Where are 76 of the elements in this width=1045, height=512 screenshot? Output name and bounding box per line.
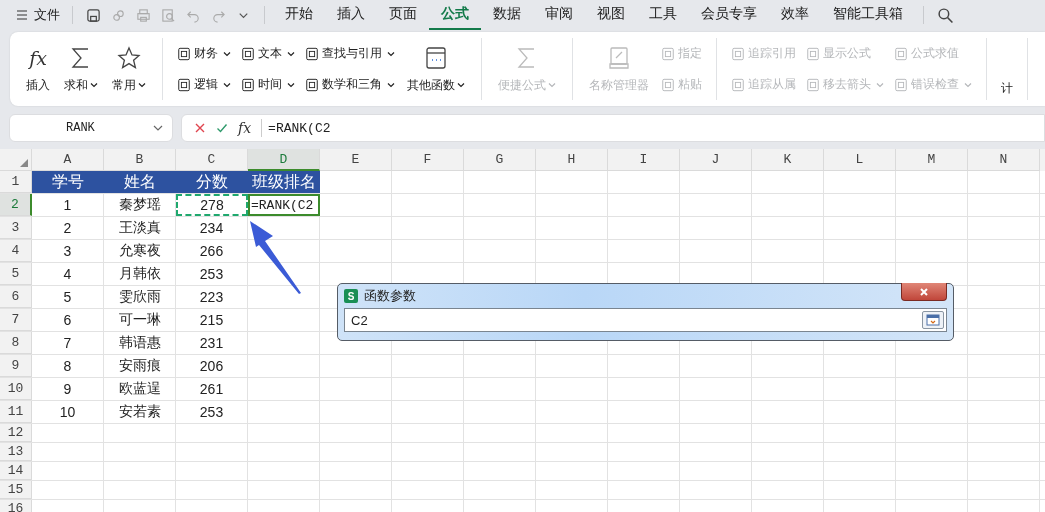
link-icon[interactable]: [111, 7, 126, 23]
row-header[interactable]: 1: [0, 171, 32, 193]
close-button[interactable]: [901, 283, 947, 301]
row-header[interactable]: 14: [0, 462, 32, 480]
ribbon-button[interactable]: 常用: [108, 44, 150, 94]
column-header[interactable]: J: [680, 149, 752, 171]
ribbon-button[interactable]: 逻辑: [175, 74, 233, 95]
ribbon-button[interactable]: 其他函数: [403, 44, 469, 94]
row-header[interactable]: 10: [0, 378, 32, 400]
column-header[interactable]: L: [824, 149, 896, 171]
row-header[interactable]: 11: [0, 401, 32, 423]
save-icon[interactable]: [86, 7, 101, 23]
print-icon[interactable]: [136, 7, 151, 23]
triangle-icon: [20, 159, 28, 167]
row-header[interactable]: 5: [0, 263, 32, 285]
ribbon-button[interactable]: 时间: [239, 74, 297, 95]
menu-tab[interactable]: 会员专享: [689, 0, 769, 30]
row-header[interactable]: 3: [0, 217, 32, 239]
file-menu[interactable]: 文件: [12, 6, 64, 24]
header-cell: 学号: [32, 171, 104, 193]
name-box[interactable]: RANK: [9, 114, 173, 142]
input-field[interactable]: C2: [344, 308, 947, 332]
column-header[interactable]: E: [320, 149, 392, 171]
menu-tab[interactable]: 公式: [429, 0, 481, 30]
menu-tab[interactable]: 视图: [585, 0, 637, 30]
table-cell: =RANK(C2: [248, 194, 320, 216]
row-header[interactable]: 9: [0, 355, 32, 377]
row-header[interactable]: 12: [0, 424, 32, 442]
collapse-dialog-button[interactable]: [922, 311, 944, 329]
app-badge: S: [344, 289, 358, 303]
column-header[interactable]: F: [392, 149, 464, 171]
menu-tab[interactable]: 页面: [377, 0, 429, 30]
row-header[interactable]: 2: [0, 194, 32, 216]
column-header[interactable]: D: [248, 149, 320, 171]
table-cell: 278: [176, 194, 248, 216]
ribbon-button[interactable]: 查找与引用: [303, 43, 397, 64]
menu-tab[interactable]: 数据: [481, 0, 533, 30]
insert-function-button[interactable]: fx: [238, 120, 252, 136]
row-header[interactable]: 16: [0, 500, 32, 512]
menu-tab[interactable]: 审阅: [533, 0, 585, 30]
column-header[interactable]: H: [536, 149, 608, 171]
column-header[interactable]: K: [752, 149, 824, 171]
star-icon: [117, 45, 141, 70]
tray-icon: [607, 45, 631, 70]
cancel-icon[interactable]: [194, 122, 206, 134]
ribbon-button[interactable]: 数学和三角: [303, 74, 397, 95]
ribbon-button[interactable]: fx 插入: [22, 44, 54, 94]
menu-tab[interactable]: 插入: [325, 0, 377, 30]
ribbon-button[interactable]: 财务: [175, 43, 233, 64]
row-header[interactable]: 13: [0, 443, 32, 461]
ribbon-button[interactable]: 求和: [60, 44, 102, 94]
menu-tab[interactable]: 效率: [769, 0, 821, 30]
check-icon[interactable]: [216, 122, 228, 134]
row-header[interactable]: 15: [0, 481, 32, 499]
preview-icon[interactable]: [161, 7, 176, 23]
row-header[interactable]: 8: [0, 332, 32, 354]
close-icon: [919, 286, 929, 297]
search-icon[interactable]: [937, 6, 954, 24]
column-header[interactable]: I: [608, 149, 680, 171]
row-header[interactable]: 6: [0, 286, 32, 308]
row-header[interactable]: 4: [0, 240, 32, 262]
menu-tab[interactable]: 开始: [273, 0, 325, 30]
row-header[interactable]: 7: [0, 309, 32, 331]
menu-tab[interactable]: 智能工具箱: [821, 0, 915, 30]
header-cell: 分数: [176, 171, 248, 193]
header-cell: 姓名: [104, 171, 176, 193]
menu-icon: [16, 9, 28, 21]
ribbon-button[interactable]: 文本: [239, 43, 297, 64]
dialog-title: 函数参数: [364, 287, 416, 305]
column-header[interactable]: N: [968, 149, 1040, 171]
ribbon-button[interactable]: 计: [999, 79, 1015, 97]
formula-input[interactable]: =RANK(C2: [268, 120, 331, 136]
column-header[interactable]: G: [464, 149, 536, 171]
column-header[interactable]: M: [896, 149, 968, 171]
header-cell: 班级排名: [248, 171, 320, 193]
menu-tab[interactable]: 工具: [637, 0, 689, 30]
